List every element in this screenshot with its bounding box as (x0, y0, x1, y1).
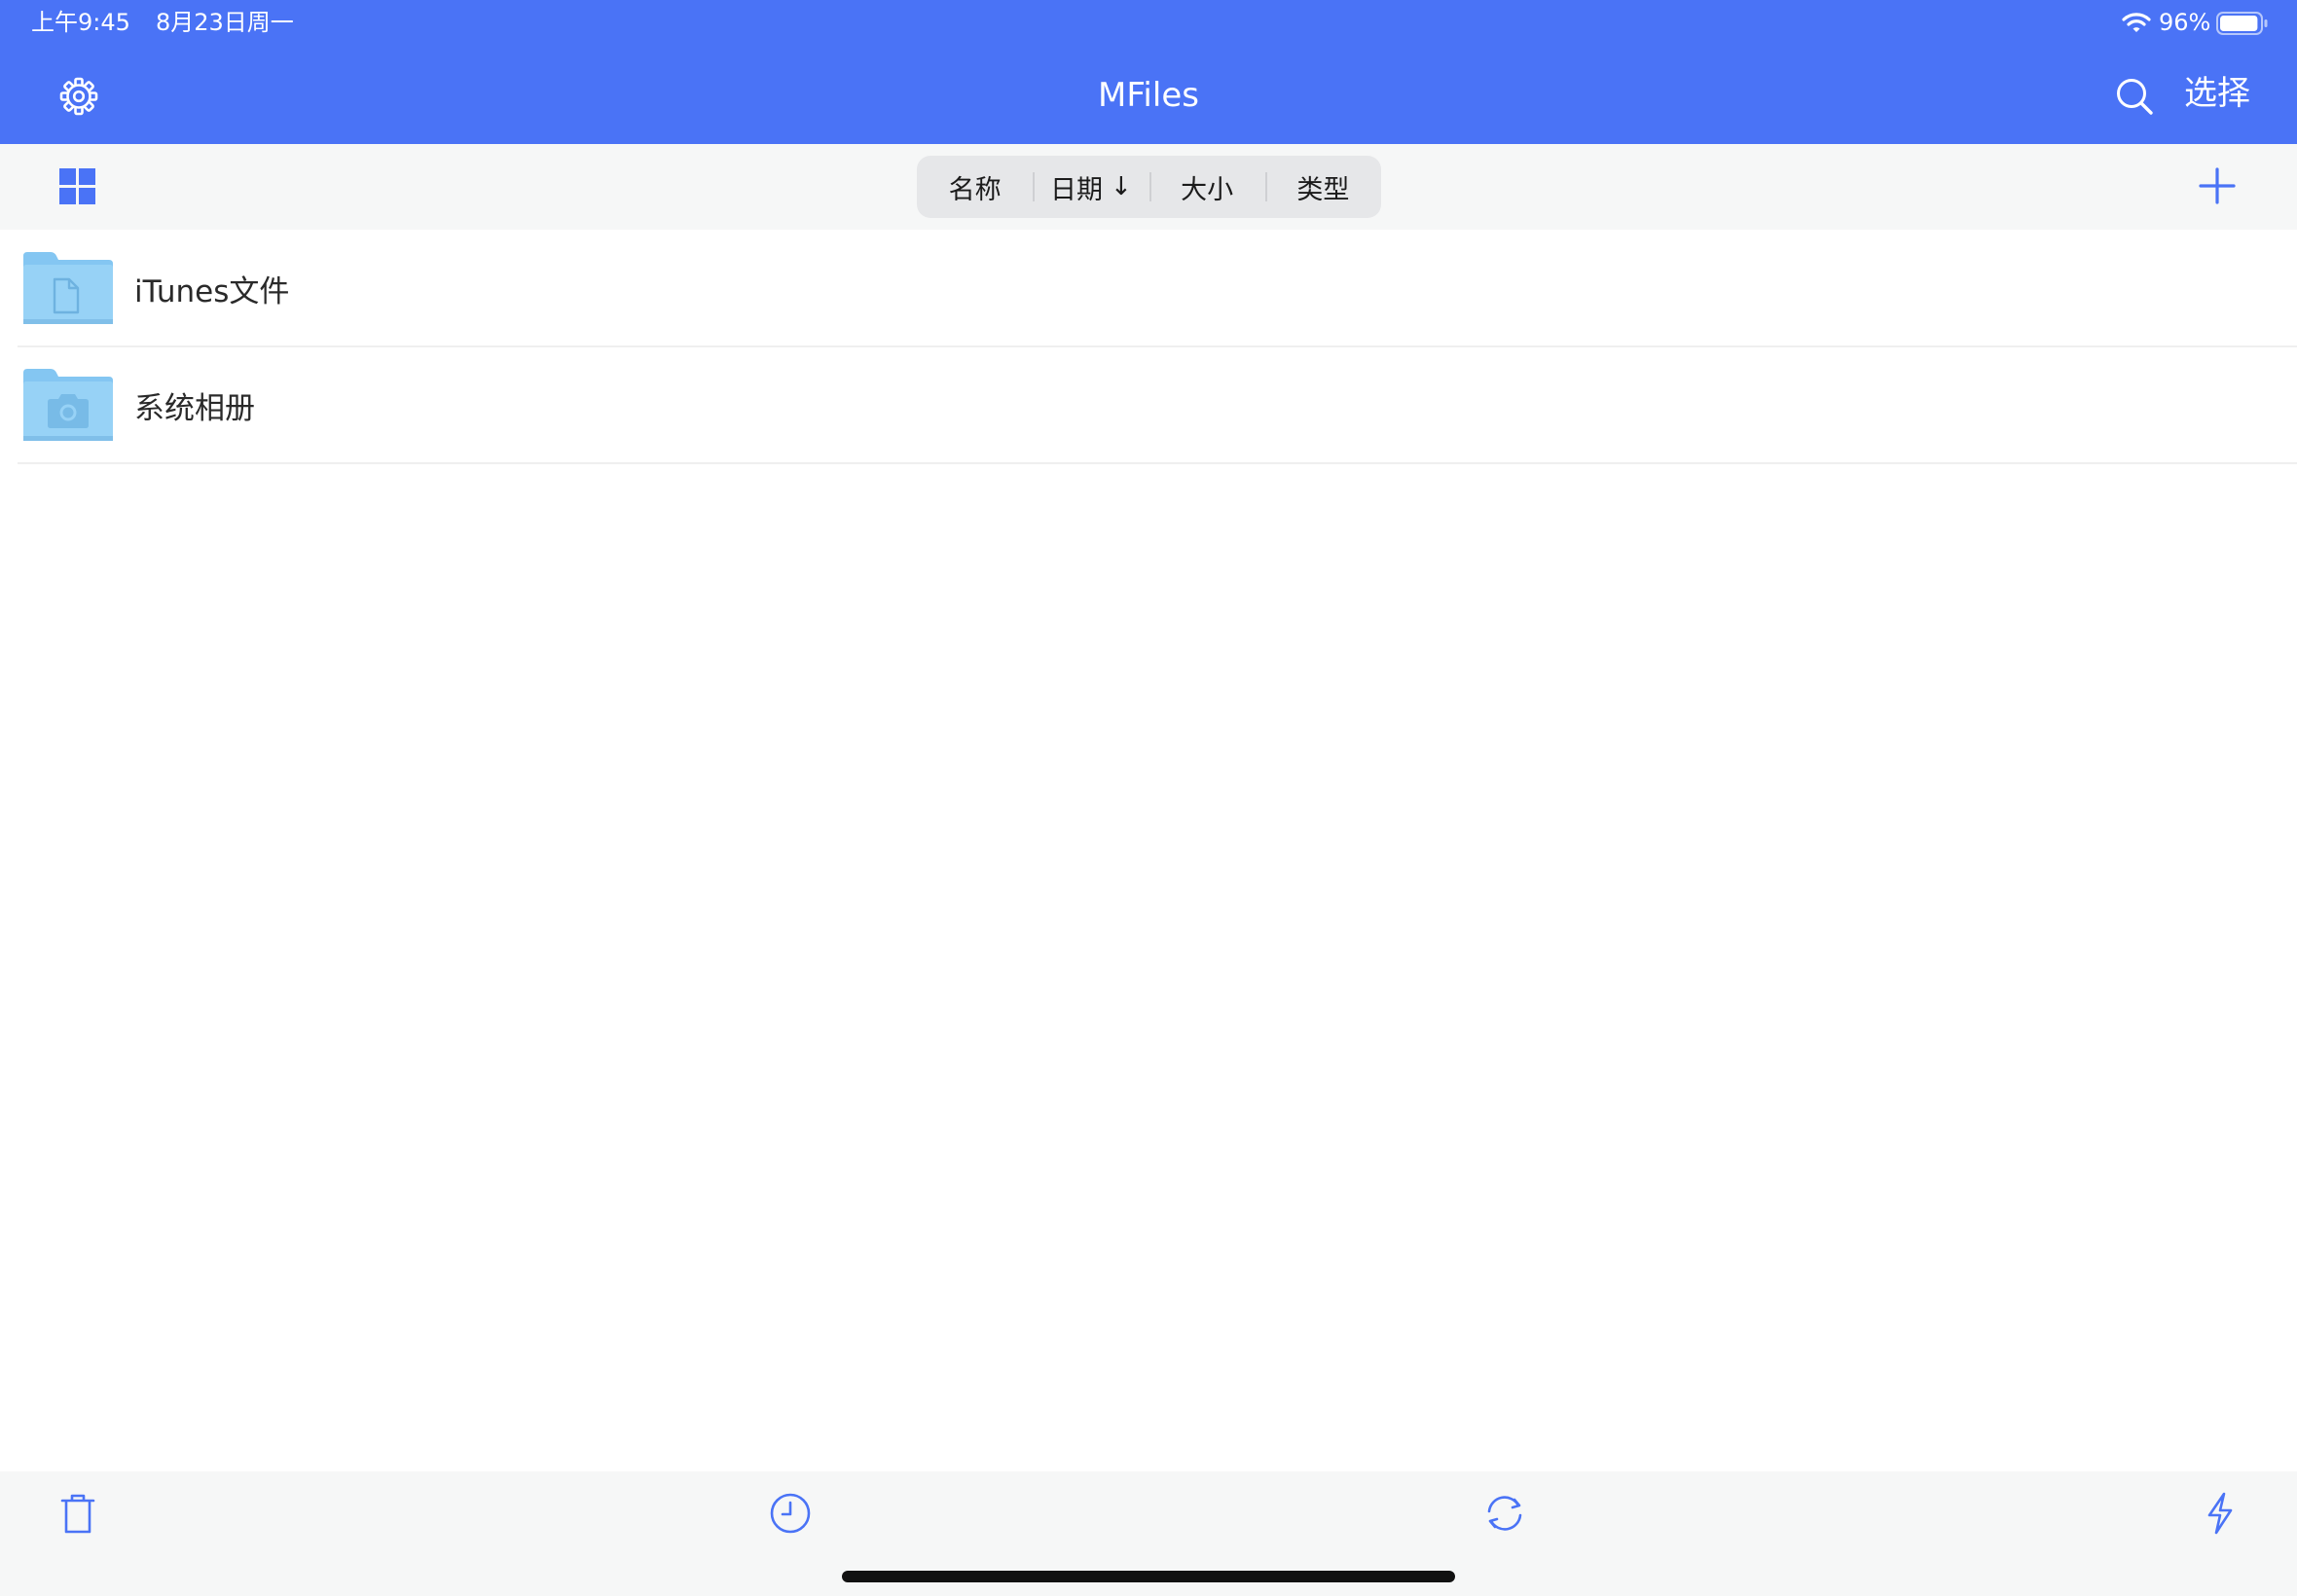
sort-by-type[interactable]: 类型 (1264, 156, 1381, 218)
sort-segmented-control: 名称 日期 ↓ 大小 类型 (917, 156, 1381, 218)
list-item[interactable]: 系统相册 (18, 347, 2297, 464)
document-folder-icon (23, 252, 113, 324)
sort-descending-arrow-icon: ↓ (1110, 172, 1132, 201)
sort-by-date[interactable]: 日期 ↓ (1033, 156, 1148, 218)
sort-by-size[interactable]: 大小 (1148, 156, 1265, 218)
top-bar (0, 0, 2297, 144)
page-title: MFiles (1098, 76, 1199, 115)
trash-icon[interactable] (55, 1491, 100, 1536)
sort-by-name[interactable]: 名称 (917, 156, 1033, 218)
sort-by-size-label: 大小 (1181, 174, 1234, 205)
battery-percent: 96% (2159, 9, 2211, 36)
file-name: 系统相册 (134, 390, 255, 426)
sort-by-name-label: 名称 (948, 174, 1002, 205)
sync-icon[interactable] (1482, 1491, 1527, 1536)
select-button[interactable]: 选择 (2184, 72, 2250, 115)
camera-folder-icon (23, 369, 113, 441)
status-time: 上午9:45 (31, 9, 130, 36)
battery-icon (2216, 12, 2268, 35)
history-icon[interactable] (768, 1491, 813, 1536)
gear-icon[interactable] (58, 76, 99, 117)
wifi-icon (2122, 13, 2151, 32)
sort-by-type-label: 类型 (1296, 174, 1350, 205)
home-indicator (842, 1571, 1455, 1582)
sort-by-date-label: 日期 (1049, 174, 1103, 205)
grid-view-icon[interactable] (59, 168, 95, 204)
plus-icon[interactable] (2199, 167, 2236, 204)
bolt-icon[interactable] (2198, 1491, 2242, 1536)
file-name: iTunes文件 (134, 273, 290, 309)
search-icon[interactable] (2114, 76, 2155, 117)
status-date: 8月23日周一 (156, 9, 294, 36)
list-item[interactable]: iTunes文件 (18, 231, 2297, 347)
